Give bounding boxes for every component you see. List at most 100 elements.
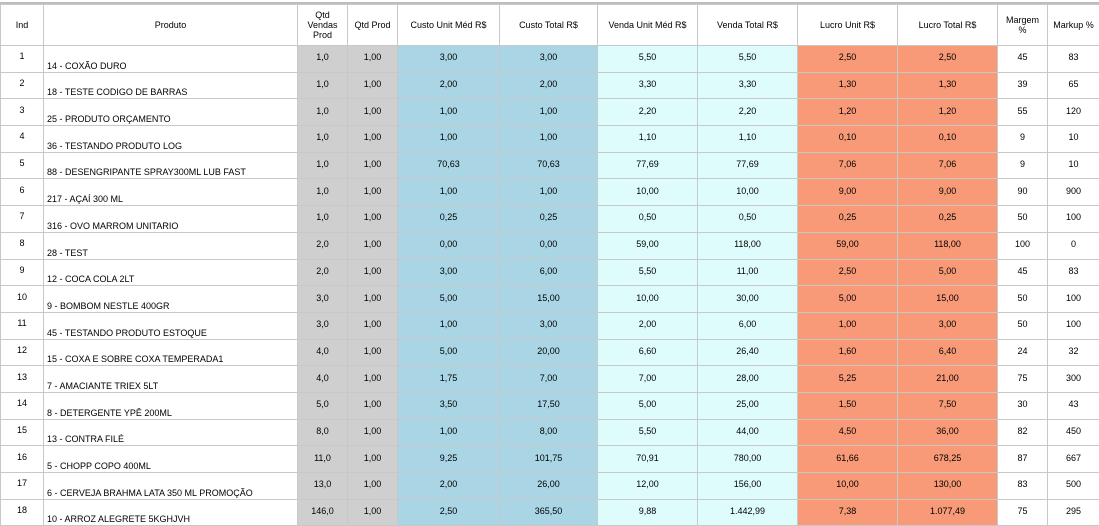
table-row[interactable]: 1145 - TESTANDO PRODUTO ESTOQUE3,01,001,… (1, 312, 1099, 339)
cell-qtd-vendas[interactable]: 11,0 (298, 446, 348, 473)
cell-custo-unit[interactable]: 5,00 (398, 339, 500, 366)
cell-custo-unit[interactable]: 0,00 (398, 232, 500, 259)
cell-venda-unit[interactable]: 5,00 (598, 392, 698, 419)
cell-qtd-prod[interactable]: 1,00 (348, 206, 398, 233)
cell-margem[interactable]: 87 (998, 446, 1048, 473)
cell-venda-unit[interactable]: 0,50 (598, 206, 698, 233)
cell-qtd-vendas[interactable]: 1,0 (298, 99, 348, 126)
cell-venda-unit[interactable]: 2,20 (598, 99, 698, 126)
cell-venda-total[interactable]: 156,00 (698, 473, 798, 500)
cell-lucro-total[interactable]: 36,00 (898, 419, 998, 446)
cell-lucro-total[interactable]: 9,00 (898, 179, 998, 206)
table-row[interactable]: 109 - BOMBOM NESTLE 400GR3,01,005,0015,0… (1, 286, 1099, 313)
cell-ind[interactable]: 12 (1, 339, 44, 366)
cell-custo-total[interactable]: 15,00 (500, 286, 598, 313)
cell-margem[interactable]: 90 (998, 179, 1048, 206)
cell-lucro-total[interactable]: 2,50 (898, 46, 998, 73)
cell-qtd-prod[interactable]: 1,00 (348, 72, 398, 99)
column-header-custo-total[interactable]: Custo Total R$ (500, 5, 598, 46)
cell-lucro-unit[interactable]: 7,38 (798, 499, 898, 526)
cell-ind[interactable]: 11 (1, 312, 44, 339)
table-row[interactable]: 325 - PRODUTO ORÇAMENTO1,01,001,001,002,… (1, 99, 1099, 126)
cell-custo-total[interactable]: 0,25 (500, 206, 598, 233)
cell-venda-total[interactable]: 10,00 (698, 179, 798, 206)
cell-lucro-total[interactable]: 5,00 (898, 259, 998, 286)
cell-custo-total[interactable]: 365,50 (500, 499, 598, 526)
cell-custo-unit[interactable]: 5,00 (398, 286, 500, 313)
cell-custo-unit[interactable]: 1,00 (398, 312, 500, 339)
cell-lucro-unit[interactable]: 2,50 (798, 46, 898, 73)
cell-ind[interactable]: 15 (1, 419, 44, 446)
column-header-produto[interactable]: Produto (44, 5, 298, 46)
cell-custo-unit[interactable]: 2,00 (398, 72, 500, 99)
cell-margem[interactable]: 50 (998, 206, 1048, 233)
cell-custo-total[interactable]: 1,00 (500, 99, 598, 126)
table-row[interactable]: 137 - AMACIANTE TRIEX 5LT4,01,001,757,00… (1, 366, 1099, 393)
column-header-ind[interactable]: Ind (1, 5, 44, 46)
cell-qtd-prod[interactable]: 1,00 (348, 259, 398, 286)
cell-markup[interactable]: 900 (1048, 179, 1099, 206)
cell-produto[interactable]: 5 - CHOPP COPO 400ML (44, 446, 298, 473)
cell-venda-unit[interactable]: 3,30 (598, 72, 698, 99)
cell-qtd-prod[interactable]: 1,00 (348, 312, 398, 339)
cell-margem[interactable]: 50 (998, 286, 1048, 313)
cell-custo-total[interactable]: 101,75 (500, 446, 598, 473)
cell-venda-total[interactable]: 1,10 (698, 126, 798, 153)
column-header-margem[interactable]: Margem % (998, 5, 1048, 46)
table-row[interactable]: 7316 - OVO MARROM UNITARIO1,01,000,250,2… (1, 206, 1099, 233)
cell-qtd-vendas[interactable]: 1,0 (298, 72, 348, 99)
cell-venda-total[interactable]: 118,00 (698, 232, 798, 259)
cell-ind[interactable]: 18 (1, 499, 44, 526)
cell-lucro-unit[interactable]: 1,00 (798, 312, 898, 339)
cell-ind[interactable]: 13 (1, 366, 44, 393)
cell-ind[interactable]: 5 (1, 152, 44, 179)
cell-custo-unit[interactable]: 70,63 (398, 152, 500, 179)
cell-produto[interactable]: 7 - AMACIANTE TRIEX 5LT (44, 366, 298, 393)
table-row[interactable]: 436 - TESTANDO PRODUTO LOG1,01,001,001,0… (1, 126, 1099, 153)
cell-lucro-unit[interactable]: 0,10 (798, 126, 898, 153)
cell-venda-unit[interactable]: 2,00 (598, 312, 698, 339)
cell-markup[interactable]: 65 (1048, 72, 1099, 99)
cell-qtd-vendas[interactable]: 1,0 (298, 206, 348, 233)
cell-margem[interactable]: 24 (998, 339, 1048, 366)
cell-markup[interactable]: 500 (1048, 473, 1099, 500)
cell-lucro-total[interactable]: 21,00 (898, 366, 998, 393)
table-row[interactable]: 828 - TEST2,01,000,000,0059,00118,0059,0… (1, 232, 1099, 259)
cell-qtd-vendas[interactable]: 3,0 (298, 312, 348, 339)
cell-custo-unit[interactable]: 1,00 (398, 419, 500, 446)
cell-qtd-prod[interactable]: 1,00 (348, 339, 398, 366)
column-header-lucro-total[interactable]: Lucro Total R$ (898, 5, 998, 46)
cell-custo-unit[interactable]: 9,25 (398, 446, 500, 473)
cell-lucro-total[interactable]: 6,40 (898, 339, 998, 366)
cell-produto[interactable]: 14 - COXÃO DURO (44, 46, 298, 73)
table-row[interactable]: 114 - COXÃO DURO1,01,003,003,005,505,502… (1, 46, 1099, 73)
cell-venda-unit[interactable]: 1,10 (598, 126, 698, 153)
cell-custo-total[interactable]: 1,00 (500, 126, 598, 153)
column-header-qtd-vendas[interactable]: Qtd Vendas Prod (298, 5, 348, 46)
cell-margem[interactable]: 83 (998, 473, 1048, 500)
table-row[interactable]: 912 - COCA COLA 2LT2,01,003,006,005,5011… (1, 259, 1099, 286)
cell-margem[interactable]: 55 (998, 99, 1048, 126)
cell-qtd-vendas[interactable]: 1,0 (298, 46, 348, 73)
cell-venda-total[interactable]: 44,00 (698, 419, 798, 446)
cell-markup[interactable]: 100 (1048, 206, 1099, 233)
cell-custo-total[interactable]: 26,00 (500, 473, 598, 500)
cell-lucro-total[interactable]: 3,00 (898, 312, 998, 339)
cell-markup[interactable]: 295 (1048, 499, 1099, 526)
cell-venda-total[interactable]: 11,00 (698, 259, 798, 286)
cell-venda-unit[interactable]: 12,00 (598, 473, 698, 500)
cell-custo-unit[interactable]: 2,00 (398, 473, 500, 500)
cell-ind[interactable]: 16 (1, 446, 44, 473)
cell-lucro-total[interactable]: 0,25 (898, 206, 998, 233)
cell-lucro-unit[interactable]: 7,06 (798, 152, 898, 179)
cell-margem[interactable]: 45 (998, 259, 1048, 286)
cell-venda-total[interactable]: 2,20 (698, 99, 798, 126)
cell-lucro-total[interactable]: 678,25 (898, 446, 998, 473)
cell-markup[interactable]: 120 (1048, 99, 1099, 126)
cell-qtd-vendas[interactable]: 146,0 (298, 499, 348, 526)
cell-lucro-total[interactable]: 1.077,49 (898, 499, 998, 526)
cell-produto[interactable]: 10 - ARROZ ALEGRETE 5KGHJVH (44, 499, 298, 526)
cell-custo-unit[interactable]: 1,75 (398, 366, 500, 393)
cell-qtd-prod[interactable]: 1,00 (348, 179, 398, 206)
cell-markup[interactable]: 83 (1048, 46, 1099, 73)
